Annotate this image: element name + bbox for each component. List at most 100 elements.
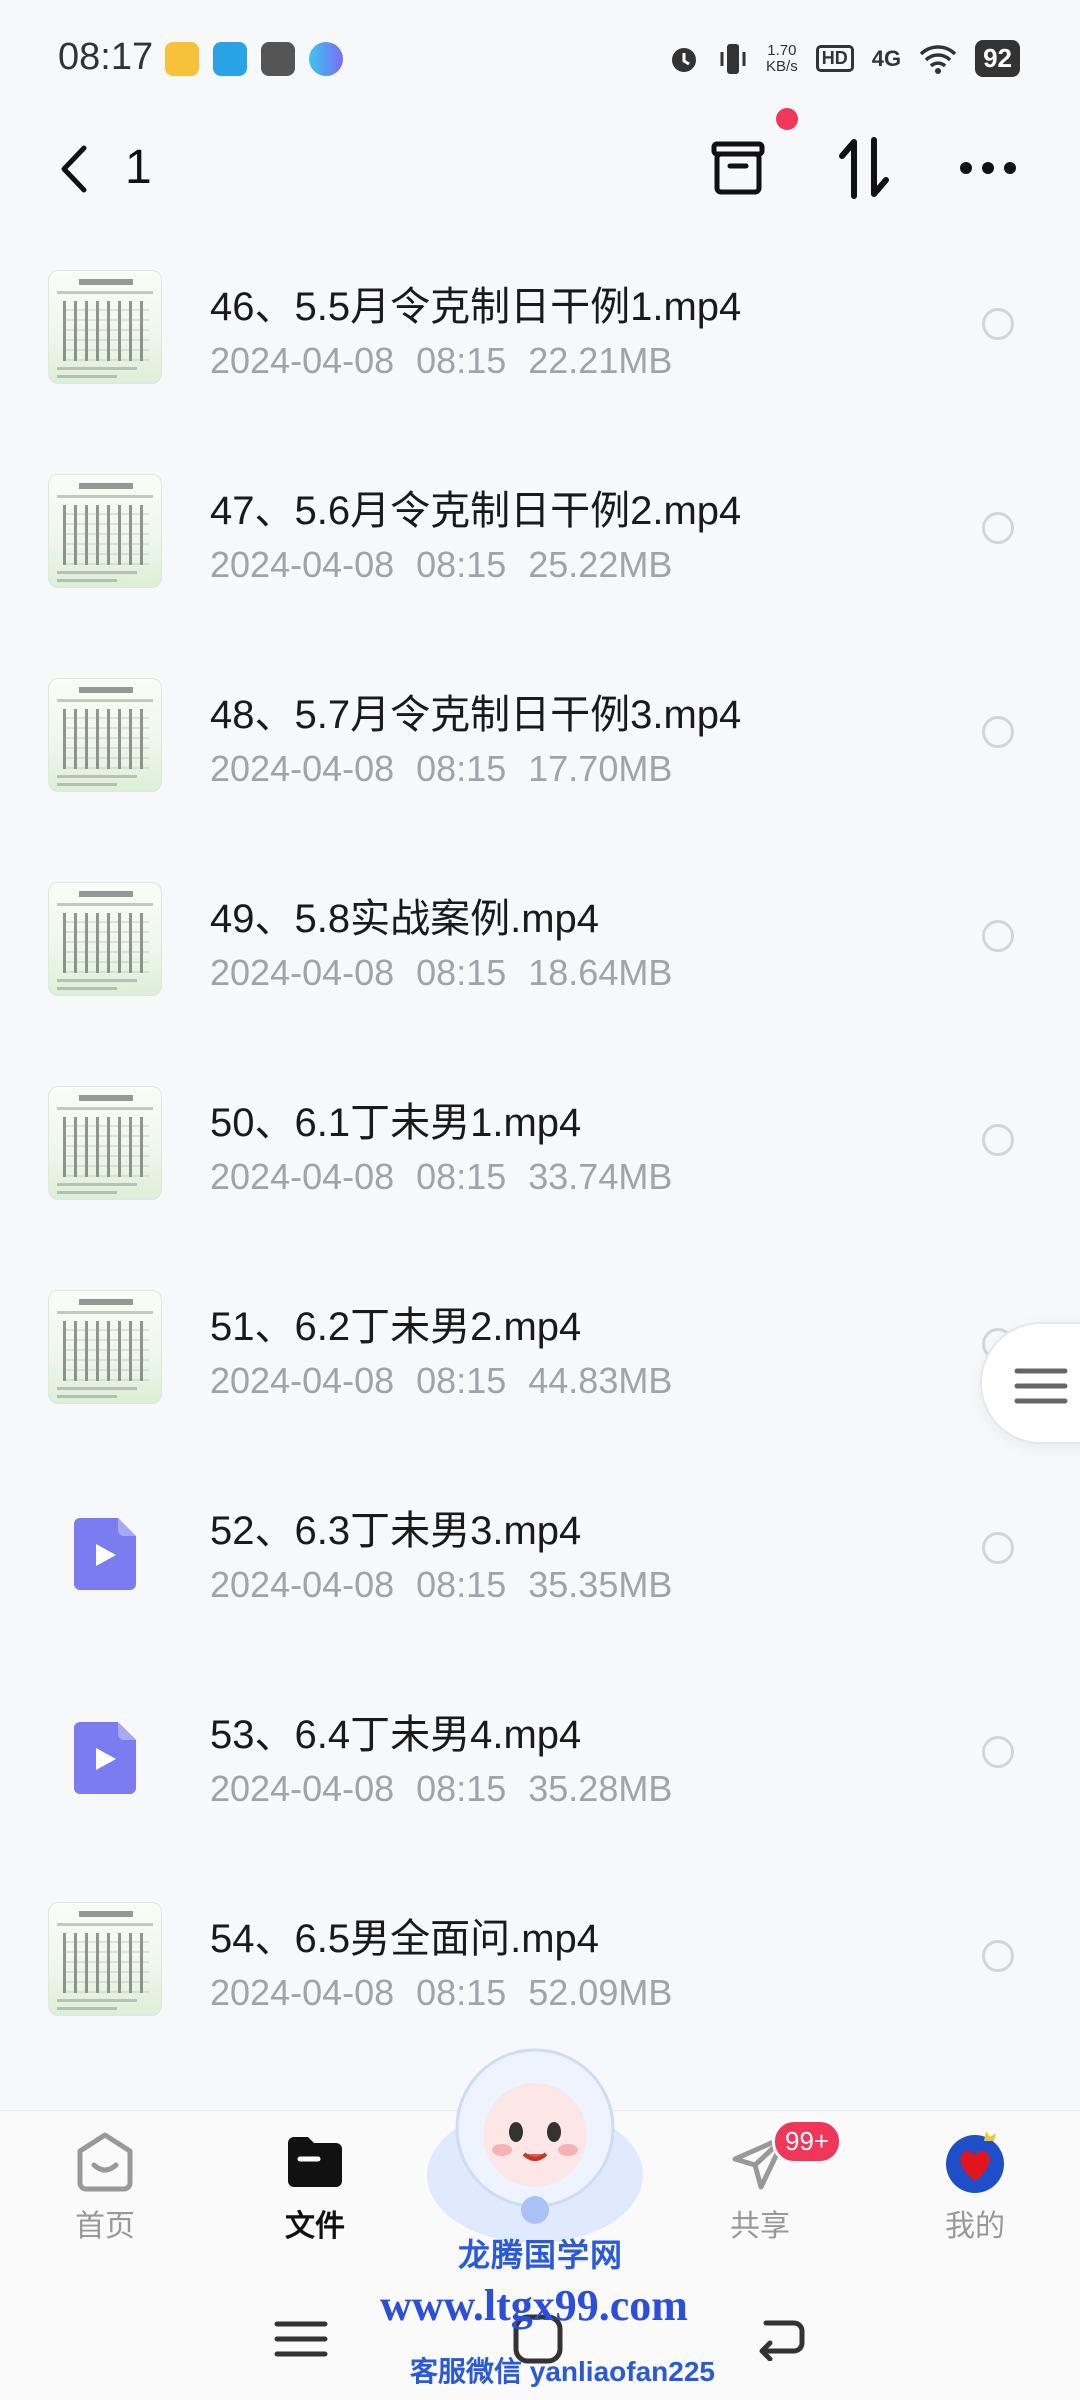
file-time: 08:15: [416, 1768, 507, 1809]
file-size: 52.09MB: [528, 1972, 673, 2013]
file-row[interactable]: 52、6.3丁未男3.mp4 2024-04-08 08:15 35.35MB: [0, 1454, 1080, 1658]
nav-profile[interactable]: 我的: [905, 2129, 1045, 2245]
file-row[interactable]: 50、6.1丁未男1.mp4 2024-04-08 08:15 33.74MB: [0, 1046, 1080, 1250]
file-size: 25.22MB: [528, 544, 673, 585]
file-size: 44.83MB: [528, 1360, 673, 1401]
file-thumbnail: [48, 270, 162, 384]
share-badge: 99+: [772, 2119, 843, 2164]
more-options-icon[interactable]: [958, 160, 1018, 176]
top-bar: 1: [0, 108, 1080, 220]
file-name: 49、5.8实战案例.mp4: [210, 897, 600, 941]
file-meta: 2024-04-08 08:15 33.74MB: [210, 1156, 672, 1198]
archive-icon[interactable]: [708, 138, 768, 198]
select-checkbox[interactable]: [982, 1736, 1014, 1768]
video-file-icon: [74, 1518, 136, 1590]
file-row[interactable]: 47、5.6月令克制日干例2.mp4 2024-04-08 08:15 25.22MB: [0, 434, 1080, 638]
status-indicators: 1.70 KB/s HD 4G 92: [668, 40, 1020, 77]
file-meta: 2024-04-08 08:15 35.28MB: [210, 1768, 672, 1810]
profile-icon: [946, 2131, 1004, 2193]
select-checkbox[interactable]: [982, 1940, 1014, 1972]
net-speed-unit: KB/s: [766, 57, 798, 75]
vibrate-icon: [720, 43, 746, 74]
file-time: 08:15: [416, 340, 507, 381]
mascot-icon[interactable]: [420, 2040, 650, 2250]
file-name: 51、6.2丁未男2.mp4: [210, 1305, 582, 1349]
file-date: 2024-04-08: [210, 1972, 395, 2013]
notification-dot: [776, 108, 798, 130]
file-thumbnail: [48, 882, 162, 996]
file-size: 18.64MB: [528, 952, 673, 993]
file-name: 54、6.5男全面问.mp4: [210, 1917, 600, 1961]
nav-home-label: 首页: [75, 2210, 135, 2243]
system-menu-icon[interactable]: [274, 2319, 328, 2359]
watermark-title: 龙腾国学网: [458, 2237, 624, 2273]
file-meta: 2024-04-08 08:15 44.83MB: [210, 1360, 672, 1402]
file-date: 2024-04-08: [210, 340, 395, 381]
network-type: 4G: [871, 45, 902, 71]
file-size: 22.21MB: [528, 340, 673, 381]
gift-icon: [261, 42, 295, 76]
hd-badge: HD: [815, 45, 854, 72]
watermark-wechat: 客服微信 yanliaofan225: [410, 2356, 715, 2387]
select-checkbox[interactable]: [982, 1532, 1014, 1564]
nav-share[interactable]: 99+ 共享: [690, 2119, 843, 2245]
file-row[interactable]: 49、5.8实战案例.mp4 2024-04-08 08:15 18.64MB: [0, 842, 1080, 1046]
select-checkbox[interactable]: [982, 1124, 1014, 1156]
video-file-icon: [74, 1722, 136, 1794]
select-checkbox[interactable]: [982, 512, 1014, 544]
home-icon: [77, 2132, 133, 2192]
file-name: 47、5.6月令克制日干例2.mp4: [210, 489, 742, 533]
file-date: 2024-04-08: [210, 952, 395, 993]
file-time: 08:15: [416, 1360, 507, 1401]
nav-share-label: 共享: [730, 2210, 790, 2243]
file-thumbnail: [48, 1290, 162, 1404]
file-meta: 2024-04-08 08:15 52.09MB: [210, 1972, 672, 2014]
file-size: 17.70MB: [528, 748, 673, 789]
nav-profile-label: 我的: [945, 2210, 1005, 2243]
nav-files-label: 文件: [285, 2210, 345, 2243]
telegram-icon: [213, 42, 247, 76]
alarm-icon: [672, 47, 697, 72]
file-thumbnail: [48, 1086, 162, 1200]
file-row[interactable]: 54、6.5男全面问.mp4 2024-04-08 08:15 52.09MB: [0, 1862, 1080, 2066]
file-thumbnail: [48, 1698, 162, 1812]
wifi-icon: [919, 44, 957, 74]
sort-icon[interactable]: [836, 136, 892, 200]
nav-files[interactable]: 文件: [245, 2129, 385, 2245]
file-time: 08:15: [416, 544, 507, 585]
nav-home[interactable]: 首页: [35, 2129, 175, 2245]
file-thumbnail: [48, 678, 162, 792]
file-row[interactable]: 48、5.7月令克制日干例3.mp4 2024-04-08 08:15 17.70MB: [0, 638, 1080, 842]
cloud-app-icon: [309, 42, 343, 76]
menu-lines-icon: [1014, 1368, 1068, 1404]
watermark-url: www.ltgx99.com: [380, 2281, 688, 2330]
file-row[interactable]: 46、5.5月令克制日干例1.mp4 2024-04-08 08:15 22.21MB: [0, 230, 1080, 434]
file-name: 46、5.5月令克制日干例1.mp4: [210, 285, 742, 329]
back-arrow-icon[interactable]: [52, 142, 96, 196]
folder-icon: [288, 2137, 342, 2187]
select-checkbox[interactable]: [982, 308, 1014, 340]
select-checkbox[interactable]: [982, 920, 1014, 952]
file-time: 08:15: [416, 1564, 507, 1605]
file-date: 2024-04-08: [210, 1768, 395, 1809]
file-name: 53、6.4丁未男4.mp4: [210, 1713, 582, 1757]
file-size: 33.74MB: [528, 1156, 673, 1197]
file-row[interactable]: 51、6.2丁未男2.mp4 2024-04-08 08:15 44.83MB: [0, 1250, 1080, 1454]
file-meta: 2024-04-08 08:15 18.64MB: [210, 952, 672, 994]
notification-icons: [165, 42, 343, 76]
file-meta: 2024-04-08 08:15 17.70MB: [210, 748, 672, 790]
file-row[interactable]: 53、6.4丁未男4.mp4 2024-04-08 08:15 35.28MB: [0, 1658, 1080, 1862]
net-speed: 1.70 KB/s: [766, 42, 798, 75]
select-checkbox[interactable]: [982, 716, 1014, 748]
system-back-icon[interactable]: [752, 2313, 806, 2361]
file-meta: 2024-04-08 08:15 35.35MB: [210, 1564, 672, 1606]
file-thumbnail: [48, 474, 162, 588]
file-time: 08:15: [416, 1156, 507, 1197]
file-thumbnail: [48, 1902, 162, 2016]
file-size: 35.28MB: [528, 1768, 673, 1809]
status-time: 08:17: [58, 36, 154, 78]
file-date: 2024-04-08: [210, 748, 395, 789]
file-time: 08:15: [416, 952, 507, 993]
file-meta: 2024-04-08 08:15 22.21MB: [210, 340, 672, 382]
file-date: 2024-04-08: [210, 1564, 395, 1605]
